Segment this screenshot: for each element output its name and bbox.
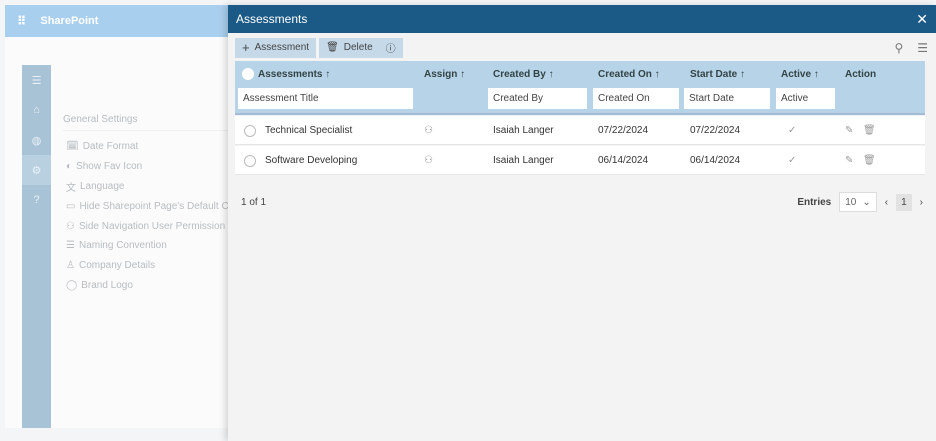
row-select-radio[interactable] [244, 154, 256, 167]
app-topbar: ⠿ SharePoint [5, 5, 228, 37]
search-icon[interactable]: ⚲ [894, 41, 903, 55]
page-info: 1 of 1 [241, 196, 267, 208]
delete-row-icon[interactable]: 🗑 [863, 116, 876, 145]
general-settings: General Settings 🗓 Date Format ◐ Show Fav I… [63, 114, 228, 295]
edit-icon[interactable]: ✎ [845, 116, 853, 145]
settings-item[interactable]: ▭ Hide Sharepoint Page's Default Co [63, 196, 228, 216]
filter-active-input[interactable]: Active [776, 88, 835, 109]
settings-item-label: Naming Convention [78, 240, 167, 252]
settings-item-icon: ♙ [66, 260, 75, 272]
settings-item[interactable]: ◐ Show Fav Icon [63, 157, 228, 177]
table-footer: 1 of 1 Entries 10 ⌄ ‹ 1 › [241, 192, 923, 212]
home-icon[interactable]: ⌂ [22, 95, 51, 125]
settings-item-icon: ◐ [66, 161, 73, 173]
settings-item[interactable]: ☰ Naming Convention [63, 236, 228, 256]
settings-item-label: Date Format [82, 141, 139, 153]
close-icon[interactable]: ✕ [916, 11, 928, 28]
app-launcher-icon[interactable]: ⠿ [17, 14, 26, 28]
add-label: Assessment [254, 42, 310, 53]
settings-item-label: Language [80, 180, 125, 192]
settings-item-icon: ▭ [66, 200, 76, 212]
entries-value: 10 [845, 196, 857, 208]
globe-icon[interactable]: ◍ [22, 125, 51, 155]
info-icon[interactable]: ⓘ [386, 40, 396, 55]
settings-item-label: Hide Sharepoint Page's Default Co [79, 200, 228, 212]
row-select-radio[interactable] [244, 124, 256, 137]
delete-row-icon[interactable]: 🗑 [863, 146, 876, 175]
settings-item[interactable]: ◯ Brand Logo [63, 276, 228, 296]
col-start-date[interactable]: Start Date ↑ [690, 69, 745, 80]
prev-page-icon[interactable]: ‹ [885, 197, 888, 208]
settings-item-label: Company Details [78, 260, 156, 272]
settings-item-label: Show Fav Icon [76, 161, 143, 173]
next-page-icon[interactable]: › [920, 197, 923, 208]
settings-item-icon: ◯ [66, 279, 78, 291]
settings-item-icon: 文 [66, 182, 76, 194]
assign-icon[interactable]: ⚇ [424, 116, 433, 145]
start-date: 07/22/2024 [690, 125, 741, 136]
col-assign[interactable]: Assign ↑ [424, 69, 465, 80]
active-check-icon: ✓ [788, 125, 797, 136]
assessment-title: Technical Specialist [265, 125, 353, 136]
filter-start-date-input[interactable]: Start Date [684, 88, 770, 109]
filter-created-by-input[interactable]: Created By [488, 88, 587, 109]
app-title: SharePoint [40, 15, 99, 27]
edit-icon[interactable]: ✎ [845, 146, 853, 175]
start-date: 06/14/2024 [690, 155, 741, 166]
panel-header: Assessments ✕ [228, 5, 936, 33]
table-header: Assessments ↑ Assign ↑ Created By ↑ Crea… [235, 61, 925, 115]
entries-label: Entries [797, 196, 832, 208]
col-assessments[interactable]: Assessments ↑ [258, 69, 330, 80]
settings-item-icon: ⚇ [66, 220, 75, 232]
assessment-title: Software Developing [265, 155, 358, 166]
settings-item[interactable]: ⚇ Side Navigation User Permission [63, 216, 228, 236]
delete-button[interactable]: 🗑 Delete ⓘ [319, 37, 403, 58]
assign-icon[interactable]: ⚇ [424, 146, 433, 175]
help-icon[interactable]: ? [22, 185, 51, 215]
plus-icon: + [242, 40, 250, 55]
settings-heading: General Settings [63, 114, 228, 131]
table-row[interactable]: Technical Specialist ⚇ Isaiah Langer 07/… [235, 116, 925, 145]
select-all-radio[interactable] [242, 68, 254, 80]
assessments-panel: Assessments ✕ + Assessment 🗑 Delete ⓘ ⚲ ☰ As… [228, 5, 936, 441]
table-row[interactable]: Software Developing ⚇ Isaiah Langer 06/1… [235, 146, 925, 175]
menu-icon[interactable]: ☰ [22, 65, 51, 95]
created-by: Isaiah Langer [493, 155, 554, 166]
assessments-table: Assessments ↑ Assign ↑ Created By ↑ Crea… [235, 61, 925, 175]
settings-item[interactable]: 🗓 Date Format [63, 137, 228, 157]
chevron-down-icon: ⌄ [862, 196, 871, 208]
entries-select[interactable]: 10 ⌄ [839, 192, 877, 212]
col-action: Action [845, 69, 877, 80]
settings-item-label: Side Navigation User Permission [78, 220, 226, 232]
delete-label: Delete [343, 42, 373, 53]
col-active[interactable]: Active ↑ [781, 69, 819, 80]
filter-icon[interactable]: ☰ [917, 41, 928, 55]
panel-title: Assessments [236, 12, 308, 26]
settings-item[interactable]: ♙ Company Details [63, 256, 228, 276]
trash-icon: 🗑 [326, 42, 339, 53]
created-on: 07/22/2024 [598, 125, 649, 136]
col-created-on[interactable]: Created On ↑ [598, 69, 660, 80]
created-on: 06/14/2024 [598, 155, 649, 166]
filter-created-on-input[interactable]: Created On [593, 88, 679, 109]
settings-item-label: Brand Logo [81, 279, 133, 291]
page-button[interactable]: 1 [896, 193, 912, 211]
add-assessment-button[interactable]: + Assessment [235, 37, 317, 58]
created-by: Isaiah Langer [493, 125, 554, 136]
active-check-icon: ✓ [788, 155, 797, 166]
toolbar: + Assessment 🗑 Delete ⓘ ⚲ ☰ [235, 37, 928, 58]
settings-item[interactable]: 文 Language [63, 177, 228, 197]
settings-item-icon: ☰ [66, 240, 75, 252]
gear-icon[interactable]: ⚙ [22, 155, 51, 185]
nav-rail: ☰ ⌂ ◍ ⚙ ? [22, 65, 51, 428]
col-created-by[interactable]: Created By ↑ [493, 69, 554, 80]
filter-title-input[interactable]: Assessment Title [238, 88, 413, 109]
settings-item-icon: 🗓 [66, 141, 79, 153]
